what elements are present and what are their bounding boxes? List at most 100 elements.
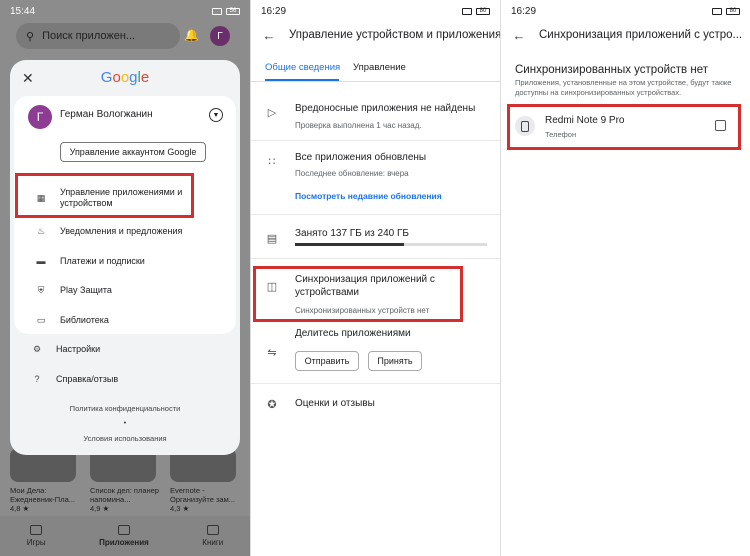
divider [251,258,500,259]
terms-link[interactable]: Условия использования [10,434,240,443]
chevron-down-icon[interactable]: ▼ [209,108,223,122]
google-logo: Google [10,69,240,86]
tab-overview[interactable]: Общие сведения [265,62,340,73]
gear-icon: ⚙ [32,343,42,354]
menu-item-play-protect[interactable]: ⛨ Play Защита [14,285,112,296]
app-rating: 4,8 ★ [10,504,30,513]
star-icon: ✪ [267,399,277,411]
app-name: Список дел: планер напомина... [90,486,159,504]
tab-manage[interactable]: Управление [353,62,406,73]
status-time: 15:44 [10,5,36,17]
menu-item-payments[interactable]: ▬ Платежи и подписки [14,256,145,266]
sync-description: Приложения, установленные на этом устрой… [515,78,732,97]
storage-progress-bar [295,243,487,246]
status-bar: 15:44 56 [0,0,250,22]
menu-item-library[interactable]: ▭ Библиотека [14,315,109,326]
highlight-box [15,173,194,218]
privacy-link[interactable]: Политика конфиденциальности [10,404,240,413]
panel-account-menu: 15:44 56 ⚲ Поиск приложен... 🔔 Г Мои Дел… [0,0,250,556]
divider [251,214,500,215]
status-icons: 56 [212,7,240,15]
menu-item-help[interactable]: ? Справка/отзыв [10,374,118,384]
menu-label: Уведомления и предложения [60,226,183,236]
wifi-icon [462,7,472,15]
app-card[interactable]: Мои Дела: Ежедневник-Пла... 4,8 ★ [10,448,80,513]
apps-grid-icon: ∷ [268,156,276,168]
share-apps-title: Делитесь приложениями [295,328,411,339]
app-bar: ← Управление устройством и приложения [251,22,500,48]
storage-icon: ▤ [266,233,278,245]
panel-manage-device: 16:29 80 ← Управление устройством и прил… [250,0,500,556]
nav-books[interactable]: Книги [202,525,223,547]
menu-label: Настройки [56,344,101,354]
menu-item-settings[interactable]: ⚙ Настройки [10,343,101,355]
highlight-box [507,104,741,150]
book-icon [206,525,219,535]
share-icon: ⇋ [267,347,277,359]
tab-indicator [265,79,339,81]
storage-usage[interactable]: Занято 137 ГБ из 240 ГБ [295,228,409,239]
highlight-box [253,266,463,322]
search-bar[interactable]: ⚲ Поиск приложен... [16,23,180,49]
storage-progress-fill [295,243,405,246]
account-avatar: Г [28,105,52,129]
send-button[interactable]: Отправить [295,351,359,371]
app-name: Evernote - Организуйте зам... [170,486,235,504]
panel-sync-apps: 16:29 80 ← Синхронизация приложений с ус… [500,0,750,556]
separator-dot: • [123,418,127,427]
gamepad-icon [30,525,43,535]
signal-icon [212,7,222,15]
app-card[interactable]: Evernote - Организуйте зам... 4,3 ★ [170,448,240,513]
menu-label: Библиотека [60,315,109,325]
status-time: 16:29 [511,5,537,17]
menu-label: Play Защита [60,285,112,295]
status-bar: 16:29 80 [251,0,500,22]
manage-account-button[interactable]: Управление аккаунтом Google [60,142,206,162]
account-name: Герман Вологжанин [60,109,153,120]
search-icon: ⚲ [26,30,35,43]
avatar[interactable]: Г [210,26,230,46]
malware-check-time: Проверка выполнена 1 час назад. [295,121,422,130]
ratings-reviews[interactable]: Оценки и отзывы [295,398,375,409]
wifi-icon [712,7,722,15]
account-dialog: ✕ Google Г Герман Вологжанин ▼ Управлени… [10,60,240,455]
status-bar: 16:29 80 [501,0,750,22]
app-bar: ← Синхронизация приложений с устро... [501,22,750,48]
nav-label: Игры [26,538,46,547]
google-logo-text: Google [100,69,150,86]
page-title: Управление устройством и приложения [288,29,500,41]
receive-button[interactable]: Принять [368,351,422,371]
help-icon: ? [34,374,40,384]
nav-label: Книги [202,538,224,547]
battery-icon: 56 [226,7,240,15]
bottom-navigation: Игры Приложения Книги [0,516,250,556]
status-icons: 80 [712,7,740,15]
status-icons: 80 [462,7,490,15]
app-rating: 4,9 ★ [90,504,110,513]
bell-icon: ♨ [36,225,46,236]
search-placeholder: Поиск приложен... [42,30,136,42]
tab-bar: Общие сведения Управление [251,58,500,82]
app-card[interactable]: Список дел: планер напомина... 4,9 ★ [90,448,160,513]
malware-status[interactable]: Вредоносные приложения не найдены [295,103,475,114]
nav-games[interactable]: Игры [27,525,46,547]
back-arrow-icon[interactable]: ← [251,28,281,43]
menu-label: Платежи и подписки [60,256,145,266]
background-app-list: Мои Дела: Ежедневник-Пла... 4,8 ★ Список… [10,448,250,513]
credit-card-icon: ▬ [36,256,46,266]
sync-heading: Синхронизированных устройств нет [515,64,708,76]
page-title: Синхронизация приложений с устро... [539,29,743,41]
recent-updates-link[interactable]: Посмотреть недавние обновления [295,191,442,201]
divider [251,140,500,141]
app-rating: 4,3 ★ [170,504,190,513]
menu-label: Справка/отзыв [56,374,119,384]
battery-icon: 80 [726,7,740,15]
bell-icon[interactable]: 🔔 [184,28,199,42]
nav-label: Приложения [99,538,149,547]
back-arrow-icon[interactable]: ← [501,28,531,43]
shield-play-icon: ▷ [267,107,277,119]
nav-apps[interactable]: Приложения [99,525,149,547]
updates-status[interactable]: Все приложения обновлены [295,152,426,163]
battery-icon: 80 [476,7,490,15]
menu-item-notifications[interactable]: ♨ Уведомления и предложения [14,225,183,237]
